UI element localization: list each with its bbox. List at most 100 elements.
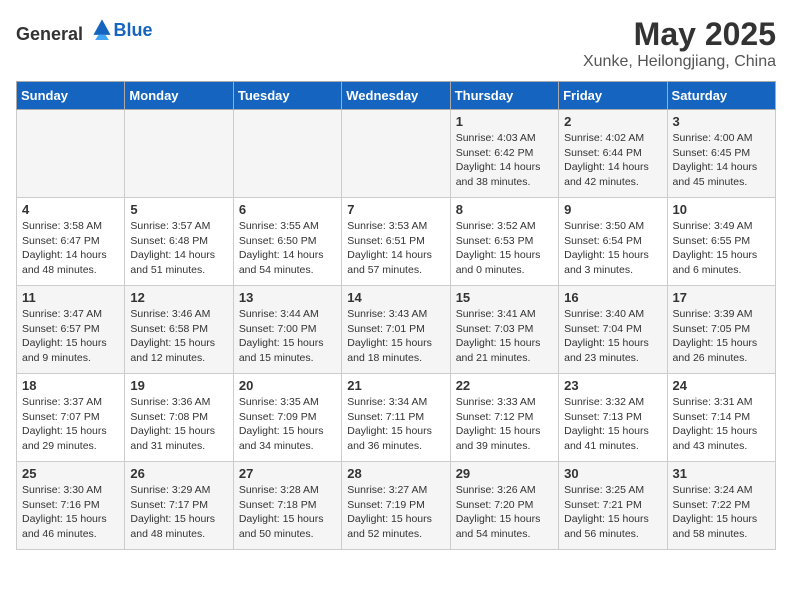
day-info: Sunrise: 3:31 AM Sunset: 7:14 PM Dayligh… [673,395,770,454]
day-number: 6 [239,202,336,217]
day-number: 12 [130,290,227,305]
calendar-cell [342,110,450,198]
day-info: Sunrise: 3:34 AM Sunset: 7:11 PM Dayligh… [347,395,444,454]
location-title: Xunke, Heilongjiang, China [583,53,776,71]
day-number: 9 [564,202,661,217]
calendar-cell [17,110,125,198]
day-info: Sunrise: 3:55 AM Sunset: 6:50 PM Dayligh… [239,219,336,278]
day-info: Sunrise: 3:30 AM Sunset: 7:16 PM Dayligh… [22,483,119,542]
calendar-cell: 22Sunrise: 3:33 AM Sunset: 7:12 PM Dayli… [450,374,558,462]
calendar-cell: 24 Sunrise: 3:31 AM Sunset: 7:14 PM Dayli… [667,374,775,462]
day-info: Sunrise: 3:41 AM Sunset: 7:03 PM Dayligh… [456,307,553,366]
calendar-week-2: 4Sunrise: 3:58 AM Sunset: 6:47 PM Daylig… [17,198,776,286]
calendar-table: SundayMondayTuesdayWednesdayThursdayFrid… [16,81,776,550]
calendar-cell: 26 Sunrise: 3:29 AM Sunset: 7:17 PM Dayli… [125,462,233,550]
day-info: Sunrise: 3:57 AM Sunset: 6:48 PM Dayligh… [130,219,227,278]
dow-header-monday: Monday [125,82,233,110]
day-info: Sunrise: 3:36 AM Sunset: 7:08 PM Dayligh… [130,395,227,454]
day-info: Sunrise: 3:35 AM Sunset: 7:09 PM Dayligh… [239,395,336,454]
calendar-cell: 1 Sunrise: 4:03 AM Sunset: 6:42 PM Daylig… [450,110,558,198]
logo: General Blue [16,16,153,45]
day-info: Sunrise: 4:02 AM Sunset: 6:44 PM Dayligh… [564,131,661,190]
day-info: Sunrise: 3:47 AM Sunset: 6:57 PM Dayligh… [22,307,119,366]
dow-header-wednesday: Wednesday [342,82,450,110]
calendar-cell: 3Sunrise: 4:00 AM Sunset: 6:45 PM Daylig… [667,110,775,198]
day-number: 8 [456,202,553,217]
calendar-cell: 4Sunrise: 3:58 AM Sunset: 6:47 PM Daylig… [17,198,125,286]
day-number: 11 [22,290,119,305]
day-info: Sunrise: 3:58 AM Sunset: 6:47 PM Dayligh… [22,219,119,278]
calendar-cell: 9 Sunrise: 3:50 AM Sunset: 6:54 PM Daylig… [559,198,667,286]
calendar-cell: 6 Sunrise: 3:55 AM Sunset: 6:50 PM Daylig… [233,198,341,286]
day-number: 14 [347,290,444,305]
calendar-cell: 28 Sunrise: 3:27 AM Sunset: 7:19 PM Dayli… [342,462,450,550]
day-info: Sunrise: 3:53 AM Sunset: 6:51 PM Dayligh… [347,219,444,278]
calendar-cell: 5Sunrise: 3:57 AM Sunset: 6:48 PM Daylig… [125,198,233,286]
calendar-cell: 16Sunrise: 3:40 AM Sunset: 7:04 PM Dayli… [559,286,667,374]
calendar-cell: 13 Sunrise: 3:44 AM Sunset: 7:00 PM Dayli… [233,286,341,374]
day-number: 10 [673,202,770,217]
calendar-week-3: 11 Sunrise: 3:47 AM Sunset: 6:57 PM Dayli… [17,286,776,374]
dow-header-friday: Friday [559,82,667,110]
day-info: Sunrise: 3:24 AM Sunset: 7:22 PM Dayligh… [673,483,770,542]
day-info: Sunrise: 3:43 AM Sunset: 7:01 PM Dayligh… [347,307,444,366]
day-number: 20 [239,378,336,393]
day-info: Sunrise: 3:49 AM Sunset: 6:55 PM Dayligh… [673,219,770,278]
day-number: 7 [347,202,444,217]
day-info: Sunrise: 3:25 AM Sunset: 7:21 PM Dayligh… [564,483,661,542]
calendar-cell [125,110,233,198]
calendar-week-4: 18 Sunrise: 3:37 AM Sunset: 7:07 PM Dayli… [17,374,776,462]
calendar-cell: 10 Sunrise: 3:49 AM Sunset: 6:55 PM Dayli… [667,198,775,286]
calendar-cell: 31 Sunrise: 3:24 AM Sunset: 7:22 PM Dayli… [667,462,775,550]
calendar-cell: 23 Sunrise: 3:32 AM Sunset: 7:13 PM Dayli… [559,374,667,462]
logo-general-text: General [16,24,83,44]
month-title: May 2025 [583,16,776,53]
day-number: 13 [239,290,336,305]
day-number: 1 [456,114,553,129]
day-number: 18 [22,378,119,393]
day-info: Sunrise: 4:03 AM Sunset: 6:42 PM Dayligh… [456,131,553,190]
day-info: Sunrise: 3:27 AM Sunset: 7:19 PM Dayligh… [347,483,444,542]
calendar-cell: 19 Sunrise: 3:36 AM Sunset: 7:08 PM Dayli… [125,374,233,462]
day-info: Sunrise: 3:29 AM Sunset: 7:17 PM Dayligh… [130,483,227,542]
day-number: 27 [239,466,336,481]
calendar-cell: 21Sunrise: 3:34 AM Sunset: 7:11 PM Dayli… [342,374,450,462]
dow-header-thursday: Thursday [450,82,558,110]
calendar-cell: 29Sunrise: 3:26 AM Sunset: 7:20 PM Dayli… [450,462,558,550]
logo-icon [90,16,114,40]
calendar-cell: 17 Sunrise: 3:39 AM Sunset: 7:05 PM Dayli… [667,286,775,374]
dow-header-tuesday: Tuesday [233,82,341,110]
day-info: Sunrise: 3:32 AM Sunset: 7:13 PM Dayligh… [564,395,661,454]
header: General Blue May 2025 Xunke, Heilongjian… [16,16,776,71]
day-number: 2 [564,114,661,129]
day-number: 25 [22,466,119,481]
day-number: 26 [130,466,227,481]
calendar-cell: 14 Sunrise: 3:43 AM Sunset: 7:01 PM Dayli… [342,286,450,374]
calendar-cell: 15Sunrise: 3:41 AM Sunset: 7:03 PM Dayli… [450,286,558,374]
day-number: 17 [673,290,770,305]
day-info: Sunrise: 3:26 AM Sunset: 7:20 PM Dayligh… [456,483,553,542]
day-info: Sunrise: 3:50 AM Sunset: 6:54 PM Dayligh… [564,219,661,278]
day-number: 23 [564,378,661,393]
calendar-cell: 20 Sunrise: 3:35 AM Sunset: 7:09 PM Dayli… [233,374,341,462]
calendar-cell: 18 Sunrise: 3:37 AM Sunset: 7:07 PM Dayli… [17,374,125,462]
title-area: May 2025 Xunke, Heilongjiang, China [583,16,776,71]
day-number: 31 [673,466,770,481]
day-info: Sunrise: 3:44 AM Sunset: 7:00 PM Dayligh… [239,307,336,366]
day-number: 16 [564,290,661,305]
dow-header-saturday: Saturday [667,82,775,110]
day-number: 30 [564,466,661,481]
calendar-cell: 8 Sunrise: 3:52 AM Sunset: 6:53 PM Daylig… [450,198,558,286]
day-info: Sunrise: 3:39 AM Sunset: 7:05 PM Dayligh… [673,307,770,366]
day-number: 28 [347,466,444,481]
day-info: Sunrise: 4:00 AM Sunset: 6:45 PM Dayligh… [673,131,770,190]
day-info: Sunrise: 3:52 AM Sunset: 6:53 PM Dayligh… [456,219,553,278]
day-number: 24 [673,378,770,393]
calendar-cell: 11 Sunrise: 3:47 AM Sunset: 6:57 PM Dayli… [17,286,125,374]
calendar-cell: 7 Sunrise: 3:53 AM Sunset: 6:51 PM Daylig… [342,198,450,286]
day-info: Sunrise: 3:33 AM Sunset: 7:12 PM Dayligh… [456,395,553,454]
day-info: Sunrise: 3:37 AM Sunset: 7:07 PM Dayligh… [22,395,119,454]
day-number: 19 [130,378,227,393]
calendar-week-1: 1 Sunrise: 4:03 AM Sunset: 6:42 PM Daylig… [17,110,776,198]
calendar-week-5: 25 Sunrise: 3:30 AM Sunset: 7:16 PM Dayli… [17,462,776,550]
